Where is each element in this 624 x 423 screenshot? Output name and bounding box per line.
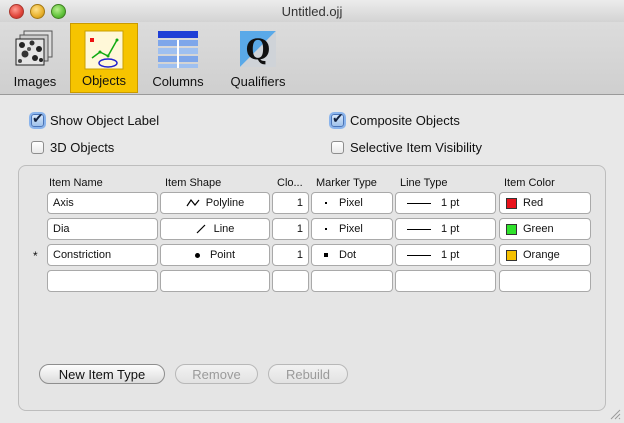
item-color-text: Red	[523, 197, 544, 209]
header-line-type: Line Type	[400, 177, 448, 189]
item-name-cell[interactable]: Dia	[47, 218, 158, 240]
3d-objects-checkbox[interactable]: 3D Objects	[31, 138, 114, 156]
marker-type-text: Pixel	[339, 197, 363, 209]
checkbox-check-icon[interactable]	[31, 110, 44, 127]
item-shape-cell[interactable]: Point	[160, 244, 270, 266]
item-shape-text: Polyline	[205, 197, 245, 209]
line-type-text: 1 pt	[441, 249, 460, 261]
item-color-cell[interactable]: Orange	[499, 244, 591, 266]
title-bar: Untitled.ojj	[0, 0, 624, 23]
item-name-cell[interactable]: Constriction	[47, 244, 158, 266]
marker-type-text: Dot	[339, 249, 357, 261]
line-icon	[196, 224, 206, 234]
new-item-color-cell[interactable]	[499, 270, 591, 292]
composite-objects-checkbox[interactable]: Composite Objects	[331, 110, 460, 129]
objects-panel: Show Object Label Composite Objects 3D O…	[0, 95, 624, 423]
item-color-text: Orange	[523, 249, 560, 261]
tab-images[interactable]: Images	[7, 23, 63, 93]
closed-count-cell[interactable]: 1	[272, 218, 309, 240]
color-swatch-orange	[506, 249, 517, 261]
remove-button[interactable]: Remove	[175, 364, 258, 384]
marker-type-cell[interactable]: Pixel	[311, 192, 393, 214]
line-type-cell[interactable]: 1 pt	[395, 192, 496, 214]
closed-count-cell[interactable]: 1	[272, 192, 309, 214]
header-item-color: Item Color	[504, 177, 555, 189]
line-type-text: 1 pt	[441, 223, 460, 235]
show-object-label-text: Show Object Label	[50, 112, 160, 128]
line-sample-icon	[407, 254, 431, 256]
line-sample-icon	[407, 202, 431, 204]
closed-count-cell[interactable]: 1	[272, 244, 309, 266]
tab-images-label: Images	[13, 74, 57, 89]
item-color-cell[interactable]: Red	[499, 192, 591, 214]
pixel-marker-icon	[325, 202, 327, 204]
checkbox-empty-icon[interactable]	[331, 140, 344, 154]
objects-icon	[84, 30, 124, 70]
item-shape-text: Point	[209, 249, 236, 261]
selective-visibility-checkbox[interactable]: Selective Item Visibility	[331, 138, 482, 156]
line-sample-icon	[407, 228, 431, 230]
new-item-name-cell[interactable]	[47, 270, 158, 292]
point-icon	[194, 252, 200, 258]
new-marker-type-cell[interactable]	[311, 270, 393, 292]
polyline-icon	[186, 199, 200, 207]
header-marker-type: Marker Type	[316, 177, 377, 189]
selective-visibility-text: Selective Item Visibility	[350, 139, 482, 155]
new-item-type-button[interactable]: New Item Type	[39, 364, 165, 384]
new-item-shape-cell[interactable]	[160, 270, 270, 292]
3d-objects-text: 3D Objects	[50, 139, 115, 155]
qualifiers-icon: Q	[240, 31, 276, 67]
line-type-cell[interactable]: 1 pt	[395, 244, 496, 266]
item-shape-cell[interactable]: Line	[160, 218, 270, 240]
item-shape-text: Line	[213, 223, 235, 235]
marker-type-text: Pixel	[339, 223, 363, 235]
show-object-label-checkbox[interactable]: Show Object Label	[31, 110, 160, 129]
tab-objects[interactable]: Objects	[70, 23, 138, 93]
pixel-marker-icon	[325, 228, 327, 230]
new-line-type-cell[interactable]	[395, 270, 496, 292]
tab-columns[interactable]: Columns	[144, 23, 212, 93]
tab-qualifiers[interactable]: Q Qualifiers	[220, 23, 296, 93]
line-type-cell[interactable]: 1 pt	[395, 218, 496, 240]
header-item-shape: Item Shape	[165, 177, 222, 189]
color-swatch-green	[506, 223, 517, 235]
color-swatch-red	[506, 197, 517, 209]
item-color-text: Green	[523, 223, 554, 235]
item-name-cell[interactable]: Axis	[47, 192, 158, 214]
toolbar: Images Objects Columns Q Qualifiers	[0, 22, 624, 95]
checkbox-empty-icon[interactable]	[31, 140, 44, 154]
marker-type-cell[interactable]: Dot	[311, 244, 393, 266]
rebuild-button[interactable]: Rebuild	[268, 364, 348, 384]
header-item-name: Item Name	[49, 177, 103, 189]
columns-icon	[158, 31, 198, 68]
item-shape-cell[interactable]: Polyline	[160, 192, 270, 214]
row-marker: *	[33, 249, 38, 263]
resize-grip-icon[interactable]	[609, 408, 621, 420]
dot-marker-icon	[324, 253, 328, 257]
images-icon	[15, 30, 53, 66]
marker-type-cell[interactable]: Pixel	[311, 218, 393, 240]
window-title: Untitled.ojj	[281, 4, 343, 19]
composite-objects-text: Composite Objects	[350, 112, 460, 128]
item-color-cell[interactable]: Green	[499, 218, 591, 240]
tab-columns-label: Columns	[152, 74, 204, 89]
tab-qualifiers-label: Qualifiers	[230, 74, 286, 89]
header-closed: Clo...	[277, 177, 303, 189]
checkbox-check-icon[interactable]	[331, 110, 344, 127]
new-closed-count-cell[interactable]	[272, 270, 309, 292]
tab-objects-label: Objects	[81, 73, 127, 88]
svg-text:Q: Q	[246, 33, 270, 66]
line-type-text: 1 pt	[441, 197, 460, 209]
item-types-group: Item Name Item Shape Clo... Marker Type …	[18, 165, 606, 411]
